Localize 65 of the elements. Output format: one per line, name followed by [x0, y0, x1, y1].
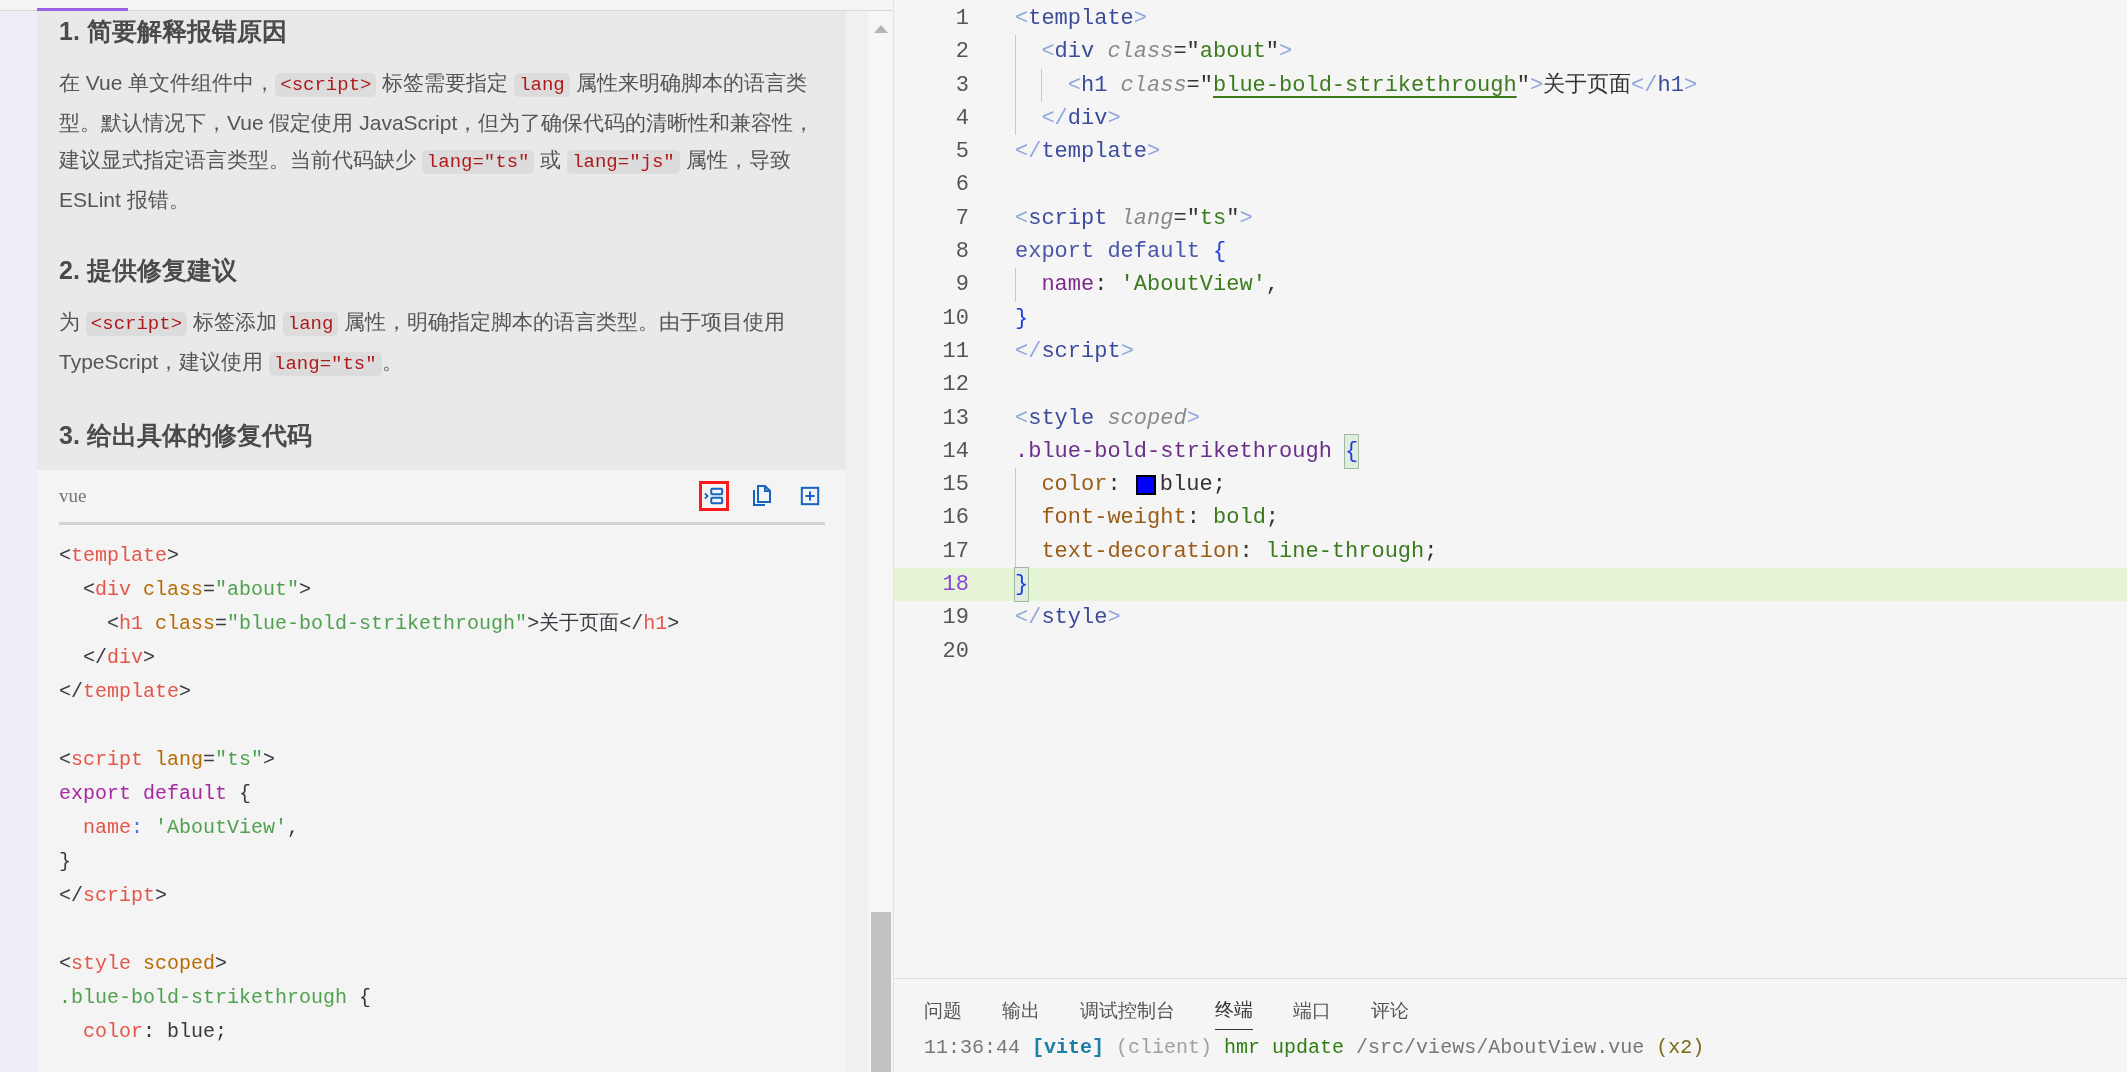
section-heading: 1. 简要解释报错原因: [59, 16, 288, 47]
code-line: .blue-bold-strikethrough {: [59, 985, 373, 1011]
line-number: 1: [954, 5, 969, 33]
code-line: export default {: [59, 781, 253, 807]
code-line: }: [59, 849, 72, 875]
line-number: 7: [954, 204, 969, 233]
panel-tab[interactable]: 调试控制台: [1080, 995, 1175, 1030]
panel-tab[interactable]: 终端: [1215, 995, 1253, 1030]
code-line: export default {: [1015, 238, 1227, 267]
line-number: 2: [954, 38, 969, 67]
code-line: </script>: [59, 883, 169, 909]
code-line: .blue-bold-strikethrough {: [1015, 434, 1359, 469]
line-number: 4: [954, 104, 969, 133]
code-line: </template>: [1015, 138, 1161, 167]
code-line: font-weight: bold;: [1015, 501, 1280, 535]
section-heading: 3. 给出具体的修复代码: [59, 420, 313, 451]
code-line: color: blue;: [82, 1019, 229, 1045]
color-swatch[interactable]: [1135, 474, 1156, 495]
code-line: </div>: [82, 645, 157, 671]
code-line: </style>: [1015, 604, 1121, 633]
scrollbar-thumb[interactable]: [870, 912, 891, 1072]
code-line: <script lang="ts">: [1015, 204, 1253, 233]
panel-tab[interactable]: 问题: [924, 995, 962, 1030]
terminal-line: 11:36:44 [vite] (client) hmr update /src/views/AboutView.vue (x2): [924, 1036, 1706, 1059]
code-line: <script lang="ts">: [59, 747, 277, 773]
line-number: 13: [941, 404, 969, 433]
panel-tab[interactable]: 评论: [1371, 995, 1409, 1030]
line-number: 9: [954, 271, 969, 300]
line-number: 11: [941, 337, 969, 366]
code-line: name: 'AboutView',: [82, 815, 301, 841]
paragraph: 在 Vue 单文件组件中， <script> 标签需要指定 lang 属性来明确脚本的语言类型。默认情况下，Vue 假定使用 JavaScript，但为了确保代码的清晰性和兼容性，建议显式指定语言类型。当前代码缺少 lang="ts" 或 lang="js" 属性，导致 ESLint 报错。: [59, 70, 816, 213]
paragraph: 为 <script> 标签添加 lang 属性，明确指定脚本的语言类型。由于项目使用 TypeScript，建议使用 lang="ts" 。: [59, 309, 787, 378]
code-line: <h1 class="blue-bold-strikethrough">关于页面</h1>: [1015, 68, 1698, 102]
code-line: text-decoration: line-through;: [1015, 534, 1438, 569]
insert-code-icon[interactable]: [699, 481, 729, 511]
code-line: </template>: [59, 679, 193, 705]
code-line: <div class="about">: [1015, 35, 1293, 69]
line-number: 17: [941, 537, 969, 566]
line-number: 19: [941, 604, 969, 633]
code-line: </div>: [1015, 101, 1121, 136]
code-line: </script>: [1015, 337, 1134, 366]
line-number: 10: [941, 304, 969, 333]
code-line: }: [1015, 304, 1029, 333]
code-line: color: blue;: [1015, 468, 1226, 502]
code-line: <template>: [59, 543, 181, 569]
panel-tab[interactable]: 端口: [1293, 995, 1331, 1030]
line-number: 18: [941, 571, 969, 600]
code-line: <div class="about">: [82, 577, 313, 603]
language-label: vue: [59, 485, 88, 507]
code-line: <h1 class="blue-bold-strikethrough">关于页面</h1>: [106, 611, 681, 637]
line-number: 12: [941, 371, 969, 400]
code-line: name: 'AboutView',: [1015, 268, 1280, 302]
line-number: 15: [941, 471, 969, 500]
code-line: <style scoped>: [59, 951, 229, 977]
line-number: 20: [941, 637, 969, 666]
line-number: 3: [954, 71, 969, 100]
code-line: <style scoped>: [1015, 404, 1200, 433]
section-heading: 2. 提供修复建议: [59, 255, 238, 286]
code-line: <template>: [1015, 5, 1148, 33]
line-number: 5: [954, 138, 969, 167]
line-number: 8: [954, 238, 969, 267]
panel-tab[interactable]: 输出: [1002, 995, 1040, 1030]
line-number: 14: [941, 437, 969, 466]
line-number: 16: [941, 504, 969, 533]
line-number: 6: [954, 171, 969, 200]
